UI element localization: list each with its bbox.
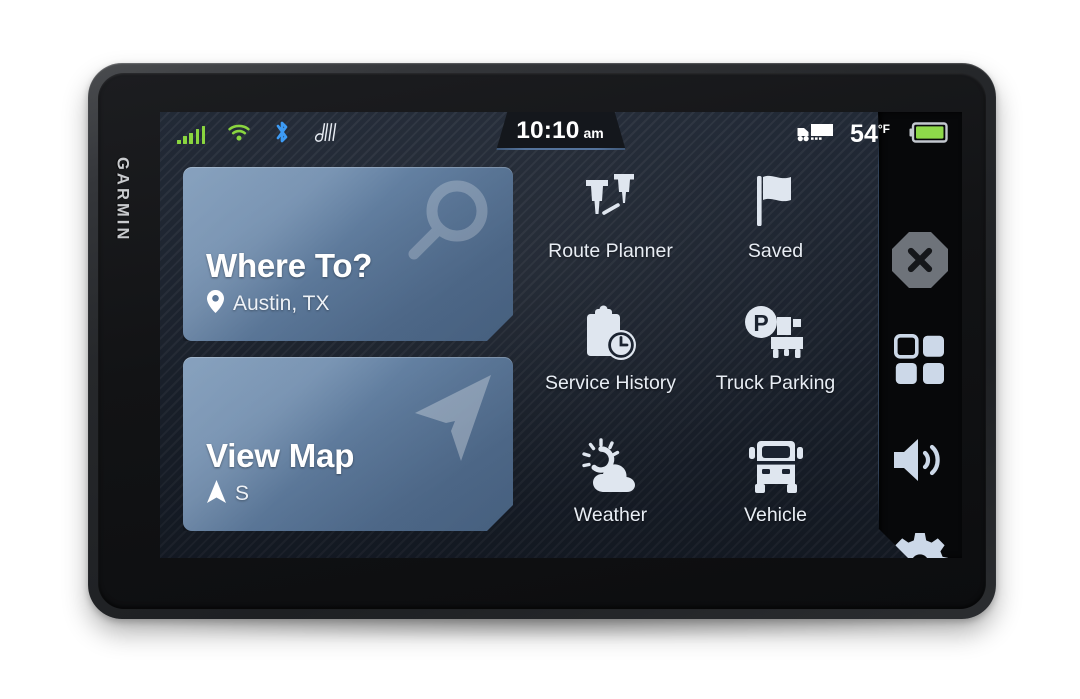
where-to-card[interactable]: Where To? Austin, TX bbox=[183, 167, 513, 341]
sidebar-volume-button[interactable] bbox=[878, 425, 962, 499]
temperature-unit: °F bbox=[877, 122, 890, 136]
app-tile-route-planner[interactable]: Route Planner bbox=[528, 161, 693, 263]
sidebar-apps-button[interactable] bbox=[878, 325, 962, 399]
navigation-arrow-icon bbox=[206, 479, 227, 509]
clock-display: 10:10 am bbox=[496, 112, 625, 150]
app-label: Saved bbox=[747, 240, 804, 262]
map-pin-icon bbox=[206, 289, 225, 319]
view-map-card[interactable]: View Map S bbox=[183, 357, 513, 531]
magnifier-icon bbox=[395, 175, 499, 284]
view-map-subrow: S bbox=[206, 479, 354, 509]
apps-grid-icon bbox=[894, 334, 946, 391]
temperature-readout: 54 °F bbox=[850, 122, 890, 147]
where-to-subrow: Austin, TX bbox=[206, 289, 372, 319]
speaker-volume-icon bbox=[891, 435, 949, 490]
truck-trailer-icon bbox=[794, 121, 834, 148]
device-screen: 10:10 am 54 °F Where To? Austin, TX View… bbox=[160, 112, 962, 558]
view-map-card-text: View Map S bbox=[206, 439, 354, 509]
app-tile-vehicle[interactable]: Vehicle bbox=[693, 425, 858, 527]
time-meridiem: am bbox=[583, 125, 604, 141]
gear-icon bbox=[892, 532, 948, 559]
app-shortcut-grid: Route Planner Saved Service History P Tr… bbox=[528, 161, 858, 557]
view-map-title: View Map bbox=[206, 437, 355, 475]
app-label: Service History bbox=[544, 372, 677, 394]
cards-spacer bbox=[183, 341, 513, 357]
truck-parking-icon: P bbox=[743, 303, 809, 367]
navigation-cursor-icon bbox=[391, 369, 503, 486]
status-bar-left-group bbox=[177, 112, 339, 157]
where-to-card-text: Where To? Austin, TX bbox=[206, 249, 372, 319]
app-label: Route Planner bbox=[548, 240, 673, 262]
clipboard-clock-icon bbox=[581, 303, 641, 367]
sidebar-settings-button[interactable] bbox=[878, 525, 962, 558]
dezl-logo-icon bbox=[313, 120, 339, 149]
temperature-value: 54 bbox=[850, 120, 878, 148]
app-tile-truck-parking[interactable]: P Truck Parking bbox=[693, 293, 858, 395]
view-map-subtitle: S bbox=[235, 482, 250, 505]
status-bar: 10:10 am 54 °F bbox=[160, 112, 962, 157]
primary-cards-column: Where To? Austin, TX View Map S bbox=[183, 167, 513, 531]
gps-device-frame: GARMIN 10:10 am 54 °F Where To? Austin, … bbox=[88, 63, 996, 619]
where-to-subtitle: Austin, TX bbox=[233, 292, 330, 315]
app-label: Vehicle bbox=[744, 504, 807, 526]
octagon-x-icon bbox=[891, 231, 949, 294]
app-label: Truck Parking bbox=[715, 372, 836, 394]
battery-full-icon bbox=[906, 121, 948, 148]
app-tile-weather[interactable]: Weather bbox=[528, 425, 693, 527]
current-time: 10:10 bbox=[516, 117, 580, 144]
bluetooth-icon bbox=[273, 119, 291, 150]
app-tile-service-history[interactable]: Service History bbox=[528, 293, 693, 395]
flag-icon bbox=[750, 171, 802, 235]
cellular-signal-icon bbox=[177, 125, 206, 144]
app-tile-saved[interactable]: Saved bbox=[693, 161, 858, 263]
truck-front-icon bbox=[748, 435, 804, 499]
home-screen-content: Where To? Austin, TX View Map S Route Pl… bbox=[160, 157, 962, 558]
right-sidebar bbox=[878, 112, 962, 558]
garmin-brand-logo: GARMIN bbox=[113, 157, 132, 243]
svg-text:P: P bbox=[753, 310, 768, 336]
wifi-icon bbox=[227, 123, 251, 147]
status-bar-right-group: 54 °F bbox=[794, 112, 948, 157]
sidebar-close-button[interactable] bbox=[878, 225, 962, 299]
sun-cloud-icon bbox=[579, 435, 643, 499]
where-to-title: Where To? bbox=[206, 247, 373, 285]
route-pins-icon bbox=[580, 171, 642, 235]
app-label: Weather bbox=[573, 504, 648, 526]
